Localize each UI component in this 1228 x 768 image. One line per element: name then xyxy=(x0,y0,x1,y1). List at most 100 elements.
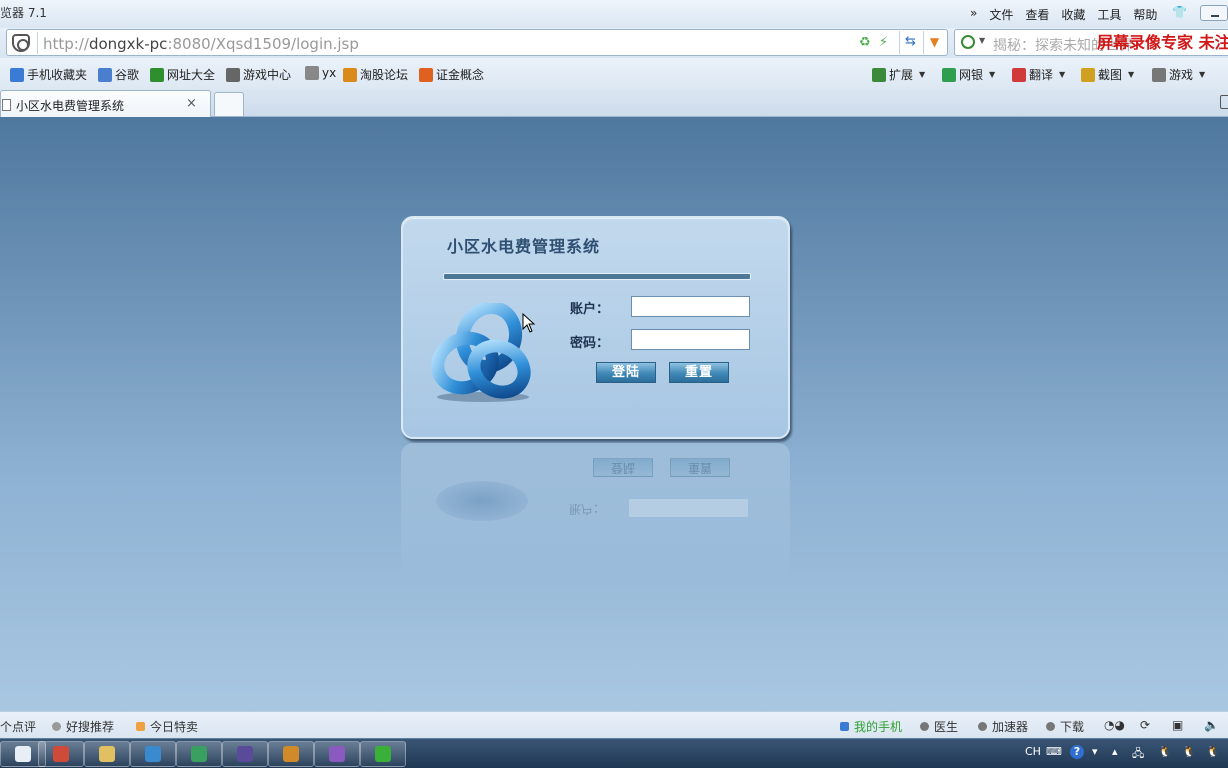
volume-icon[interactable]: 🔈 xyxy=(1204,718,1219,732)
title-divider xyxy=(443,273,751,280)
status-doctor[interactable]: 医生 xyxy=(920,718,958,735)
taskbar-button-browser-e[interactable] xyxy=(360,741,406,767)
address-dropdown-icon[interactable]: ▼ xyxy=(923,31,945,54)
taskbar-button-ie[interactable] xyxy=(130,741,176,767)
status-my-phone[interactable]: 我的手机 xyxy=(840,718,902,735)
user-icon[interactable] xyxy=(1220,95,1228,109)
browser-e-icon xyxy=(375,746,391,762)
network-icon[interactable]: 🖧 xyxy=(1132,745,1144,764)
reflection-account-label: 账户： xyxy=(569,502,606,516)
mouse-cursor-icon xyxy=(522,313,536,333)
window-icon[interactable]: ▣ xyxy=(1172,718,1183,732)
tab-login[interactable]: 小区水电费管理系统 × xyxy=(0,90,211,117)
toolbar-label: 网银 xyxy=(959,68,984,82)
compat-mode-icon[interactable]: ⇆ xyxy=(899,31,921,54)
favorite-label: 网址大全 xyxy=(167,68,216,82)
minimize-button[interactable] xyxy=(1200,5,1228,21)
gift-icon xyxy=(136,722,145,731)
taskbar-button-green-app[interactable] xyxy=(176,741,222,767)
favorite-google[interactable]: 谷歌 xyxy=(98,66,139,83)
menu-file[interactable]: 文件 xyxy=(989,6,1013,23)
toolbar-translate[interactable]: 翻译 ▼ xyxy=(1012,66,1065,83)
favorite-label: 谷歌 xyxy=(115,68,140,82)
mask-icon[interactable]: ◔◕ xyxy=(1104,718,1125,732)
bank-icon xyxy=(942,67,956,82)
book-icon xyxy=(283,746,299,762)
page-icon xyxy=(305,66,319,80)
skin-icon[interactable]: 👕 xyxy=(1172,5,1187,19)
tray-dropdown-icon[interactable]: ▾ xyxy=(1092,745,1098,758)
phone-icon xyxy=(10,67,24,82)
favorite-gamepad[interactable]: 游戏中心 xyxy=(226,66,291,83)
new-tab-button[interactable] xyxy=(214,92,244,116)
toolbar-extension[interactable]: 扩展 ▼ xyxy=(872,66,925,83)
favorite-stock[interactable]: 淘股论坛 xyxy=(343,66,408,83)
taskbar-button-folder[interactable] xyxy=(84,741,130,767)
refresh-icon[interactable]: ♻ xyxy=(859,35,871,50)
toolbar-game[interactable]: 游戏 ▼ xyxy=(1152,66,1205,83)
chevron-down-icon[interactable]: ▼ xyxy=(989,70,995,79)
folder-icon xyxy=(99,746,115,762)
taskbar-button-pen[interactable] xyxy=(38,741,84,767)
search-engine-icon[interactable] xyxy=(961,35,975,49)
menu-favorites[interactable]: 收藏 xyxy=(1061,6,1085,23)
menu-tools[interactable]: 工具 xyxy=(1097,6,1121,23)
tray-expand-icon[interactable]: ▴ xyxy=(1112,745,1118,758)
account-label: 账户： xyxy=(570,302,610,317)
download-icon xyxy=(1046,722,1055,731)
address-bar[interactable]: http://dongxk-pc:8080/Xqsd1509/login.jsp… xyxy=(6,29,948,56)
qq-icon-2[interactable]: 🐧 xyxy=(1182,745,1196,758)
password-input[interactable] xyxy=(631,329,750,350)
status-deals-label: 今日特卖 xyxy=(150,720,199,734)
toolbar-bank[interactable]: 网银 ▼ xyxy=(942,66,995,83)
status-reviews[interactable]: 个点评 xyxy=(0,718,36,735)
favorite-page[interactable]: yx xyxy=(305,66,336,80)
qq-icon-3[interactable]: 🐧 xyxy=(1206,745,1220,758)
chevron-down-icon[interactable]: ▼ xyxy=(979,36,985,45)
speed-mode-icon[interactable]: ⚡ xyxy=(879,35,888,50)
menu-more[interactable]: » xyxy=(970,6,977,23)
status-deals[interactable]: 今日特卖 xyxy=(136,718,198,735)
toolbar-screenshot[interactable]: 截图 ▼ xyxy=(1081,66,1134,83)
panel-reflection: 登陆 重置 账户： xyxy=(401,443,790,583)
recorder-watermark: 屏幕录像专家 未注册 xyxy=(1097,33,1228,52)
system-title: 小区水电费管理系统 xyxy=(447,237,601,256)
chevron-down-icon[interactable]: ▼ xyxy=(1199,70,1205,79)
menu-view[interactable]: 查看 xyxy=(1025,6,1049,23)
chevron-down-icon[interactable]: ▼ xyxy=(919,70,925,79)
menu-help[interactable]: 帮助 xyxy=(1133,6,1157,23)
favorite-phone[interactable]: 手机收藏夹 xyxy=(10,66,87,83)
status-doctor-label: 医生 xyxy=(934,720,959,734)
doctor-icon xyxy=(920,722,929,731)
favorite-globe[interactable]: 网址大全 xyxy=(150,66,215,83)
close-icon[interactable]: × xyxy=(186,96,197,111)
status-download[interactable]: 下载 xyxy=(1046,718,1084,735)
security-shield-icon[interactable] xyxy=(12,34,30,52)
help-icon[interactable]: ? xyxy=(1070,745,1084,759)
account-input[interactable] xyxy=(631,296,750,317)
toolbar-label: 扩展 xyxy=(889,68,914,82)
url-text[interactable]: http://dongxk-pc:8080/Xqsd1509/login.jsp xyxy=(43,35,359,53)
taskbar-button-eclipse[interactable] xyxy=(222,741,268,767)
chevron-down-icon[interactable]: ▼ xyxy=(1059,70,1065,79)
login-button[interactable]: 登陆 xyxy=(596,362,656,383)
taskbar-button-book[interactable] xyxy=(268,741,314,767)
favorite-flag[interactable]: 证金概念 xyxy=(419,66,484,83)
favorite-label: 证金概念 xyxy=(436,68,485,82)
qq-icon-1[interactable]: 🐧 xyxy=(1158,745,1172,758)
chevron-down-icon[interactable]: ▼ xyxy=(1128,70,1134,79)
status-accelerator[interactable]: 加速器 xyxy=(978,718,1028,735)
reflection-login-label: 登陆 xyxy=(610,461,635,475)
status-recommend[interactable]: 好搜推荐 xyxy=(52,718,114,735)
globe-icon xyxy=(150,67,164,82)
favorite-label: 淘股论坛 xyxy=(360,68,409,82)
taskbar-button-feather[interactable] xyxy=(314,741,360,767)
menu-bar: » 文件 查看 收藏 工具 帮助 xyxy=(970,6,1169,23)
language-indicator[interactable]: CH xyxy=(1025,745,1041,758)
status-accelerator-label: 加速器 xyxy=(992,720,1029,734)
refresh-status-icon[interactable]: ⟳ xyxy=(1140,718,1150,732)
reset-button[interactable]: 重置 xyxy=(669,362,729,383)
status-bar: 个点评 好搜推荐 今日特卖 我的手机 医生 加速器 下载 ◔◕ ⟳ ▣ 🔈 xyxy=(0,711,1228,738)
divider xyxy=(37,32,38,54)
keyboard-icon[interactable]: ⌨ xyxy=(1046,745,1062,758)
